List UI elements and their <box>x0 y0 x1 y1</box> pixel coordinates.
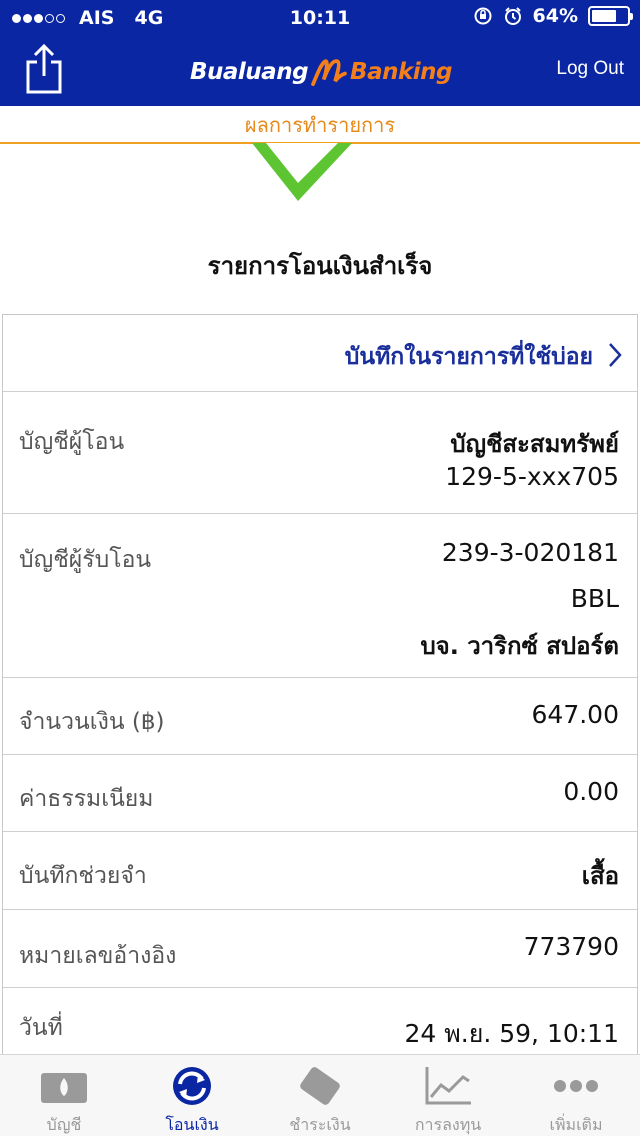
reference-label: หมายเลขอ้างอิง <box>19 943 177 969</box>
tab-more[interactable]: เพิ่มเติม <box>512 1055 640 1137</box>
tab-investment[interactable]: การลงทุน <box>384 1055 512 1137</box>
transfer-details-card: บันทึกในรายการที่ใช้บ่อย บัญชีผู้โอน บัญ… <box>2 314 638 1054</box>
bualuang-mbanking-logo: Bualuang Banking <box>190 52 452 92</box>
tab-payment-label: ชำระเงิน <box>289 1115 351 1134</box>
fee-row: ค่าธรรมเนียม 0.00 <box>3 755 637 832</box>
to-account-name: บจ. วาริกซ์ สปอร์ต <box>420 632 619 660</box>
memo-label: บันทึกช่วยจำ <box>19 863 147 889</box>
more-icon <box>554 1080 598 1092</box>
success-check-icon <box>252 143 352 201</box>
amount-label: จำนวนเงิน (฿) <box>19 709 165 735</box>
to-account-number: 239-3-020181 <box>441 538 619 567</box>
date-value: 24 พ.ย. 59, 10:11 <box>404 1019 619 1048</box>
fee-label: ค่าธรรมเนียม <box>19 786 154 812</box>
tab-transfer-label: โอนเงิน <box>165 1115 219 1134</box>
from-account-label: บัญชีผู้โอน <box>19 429 125 455</box>
from-account-number: 129-5-xxx705 <box>445 462 619 491</box>
alarm-icon <box>504 7 521 25</box>
battery-percent: 64% <box>532 5 578 27</box>
from-account-row: บัญชีผู้โอน บัญชีสะสมทรัพย์ 129-5-xxx705 <box>3 392 637 514</box>
tab-accounts-label: บัญชี <box>46 1115 82 1134</box>
transfer-icon <box>173 1067 211 1105</box>
tab-investment-label: การลงทุน <box>414 1115 482 1134</box>
payment-icon <box>300 1067 340 1105</box>
to-account-row: บัญชีผู้รับโอน 239-3-020181 BBL บจ. วาริ… <box>3 514 637 678</box>
rotation-lock-icon <box>474 7 492 25</box>
m-logo-icon <box>311 59 347 87</box>
memo-value: เสื้อ <box>581 862 619 890</box>
tab-more-label: เพิ่มเติม <box>549 1115 603 1134</box>
date-row: วันที่ 24 พ.ย. 59, 10:11 <box>3 988 637 1055</box>
tab-payment[interactable]: ชำระเงิน <box>256 1055 384 1137</box>
wallet-icon <box>41 1073 87 1103</box>
tab-accounts[interactable]: บัญชี <box>0 1055 128 1137</box>
date-label: วันที่ <box>19 1015 63 1041</box>
app-header: AIS 4G 10:11 64% Bualuang Banking Log Ou… <box>0 0 640 106</box>
logout-button[interactable]: Log Out <box>556 58 624 80</box>
chart-icon <box>425 1067 471 1105</box>
bottom-tab-bar: บัญชี โอนเงิน ชำระเงิน การลงทุน เพิ่มเติ… <box>0 1054 640 1136</box>
reference-value: 773790 <box>523 932 619 961</box>
from-account-name: บัญชีสะสมทรัพย์ <box>450 430 619 458</box>
amount-row: จำนวนเงิน (฿) 647.00 <box>3 678 637 755</box>
amount-value: 647.00 <box>531 700 619 729</box>
chevron-right-icon <box>609 343 622 367</box>
save-favorite-label: บันทึกในรายการที่ใช้บ่อย <box>344 344 593 370</box>
to-account-label: บัญชีผู้รับโอน <box>19 547 152 573</box>
memo-row: บันทึกช่วยจำ เสื้อ <box>3 832 637 910</box>
status-bar: AIS 4G 10:11 64% <box>0 0 640 36</box>
reference-row: หมายเลขอ้างอิง 773790 <box>3 910 637 988</box>
fee-value: 0.00 <box>563 777 619 806</box>
page-title: ผลการทำรายการ <box>0 106 640 144</box>
save-favorite-row[interactable]: บันทึกในรายการที่ใช้บ่อย <box>3 315 637 392</box>
battery-icon <box>588 6 633 26</box>
share-icon[interactable] <box>24 42 64 94</box>
to-account-bank: BBL <box>570 584 619 613</box>
tab-transfer[interactable]: โอนเงิน <box>128 1055 256 1137</box>
success-message: รายการโอนเงินสำเร็จ <box>207 252 433 280</box>
